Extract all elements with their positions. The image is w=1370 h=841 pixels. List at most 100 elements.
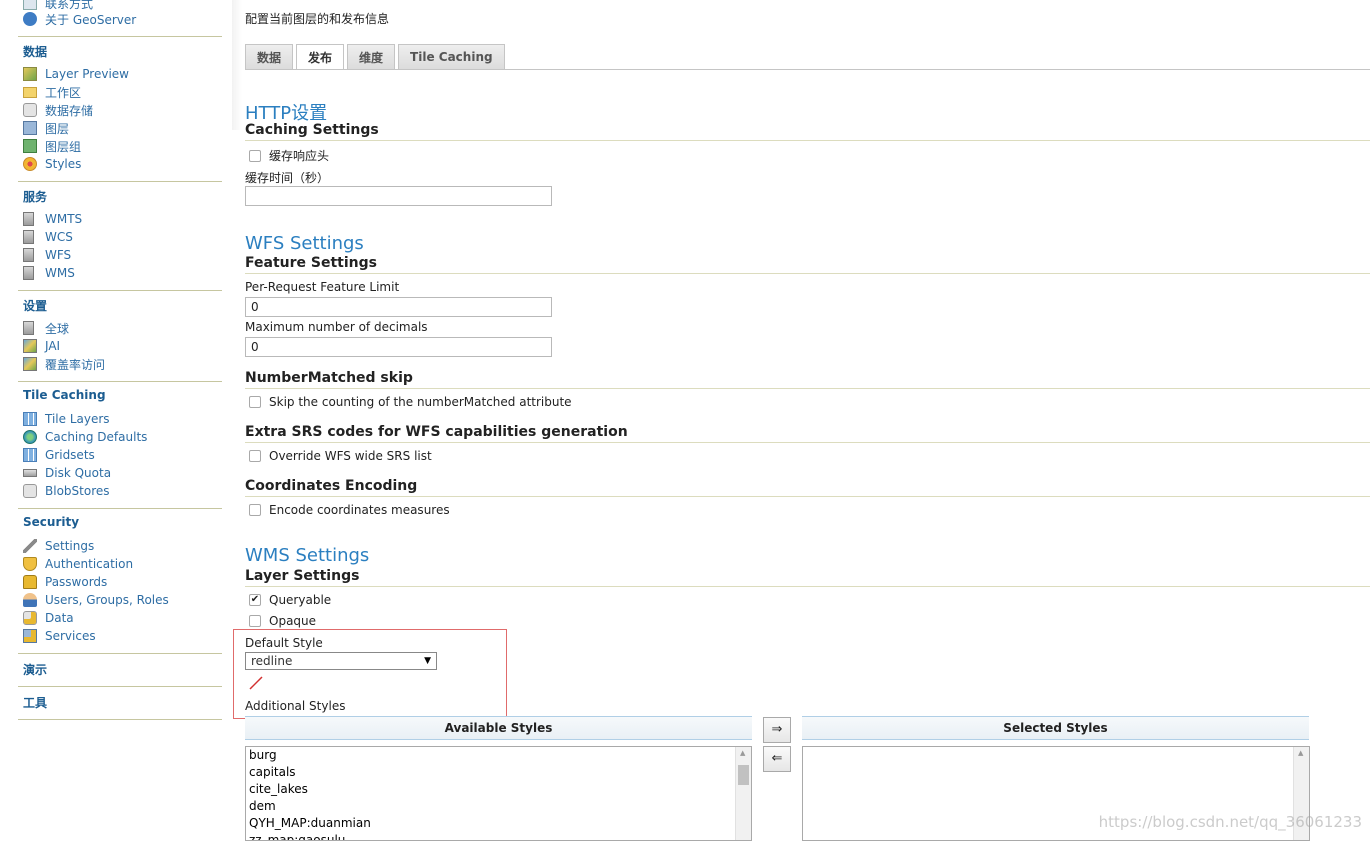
encode-measures-checkbox[interactable]	[249, 504, 261, 516]
skip-numbermatched-checkbox[interactable]	[249, 396, 261, 408]
sidebar-item-services-security[interactable]: Services	[23, 627, 96, 645]
sidebar-item-gridsets[interactable]: Gridsets	[23, 446, 95, 464]
sidebar-item-passwords[interactable]: Passwords	[23, 573, 107, 591]
shield-icon	[23, 557, 37, 571]
scrollbar[interactable]: ▲	[735, 747, 751, 840]
database-icon	[23, 103, 37, 117]
remove-style-button[interactable]: ⇐	[763, 746, 791, 772]
tab-dimensions[interactable]: 维度	[347, 44, 396, 69]
divider	[245, 586, 1370, 587]
list-item[interactable]: dem	[246, 798, 751, 815]
additional-styles-label: Additional Styles	[245, 699, 346, 713]
override-srs-label: Override WFS wide SRS list	[269, 449, 432, 463]
encode-measures-label: Encode coordinates measures	[269, 503, 450, 517]
sidebar-item-blobstores[interactable]: BlobStores	[23, 482, 110, 500]
server-icon	[23, 212, 34, 226]
server-icon	[23, 248, 34, 262]
queryable-checkbox[interactable]: ✔	[249, 594, 261, 606]
sidebar-item-label: 工作区	[45, 85, 82, 100]
sidebar-item-disk-quota[interactable]: Disk Quota	[23, 464, 111, 482]
default-style-select[interactable]: redline ▼	[245, 652, 437, 670]
list-item[interactable]: QYH_MAP:duanmian	[246, 815, 751, 832]
dropdown-arrow-icon: ▼	[424, 656, 431, 666]
sidebar-item-coverage-access[interactable]: 覆盖率访问	[23, 355, 105, 373]
database-icon	[23, 484, 37, 498]
list-item[interactable]: burg	[246, 747, 751, 764]
sidebar-item-workspaces[interactable]: 工作区	[23, 83, 81, 101]
queryable-row[interactable]: ✔ Queryable	[249, 593, 331, 607]
sidebar-heading-demos[interactable]: 演示	[23, 661, 47, 678]
scroll-up-icon[interactable]: ▲	[1298, 749, 1303, 757]
about-icon	[23, 12, 37, 26]
max-decimals-input[interactable]: 0	[245, 337, 552, 357]
tab-data[interactable]: 数据	[245, 44, 294, 69]
divider	[18, 686, 222, 687]
encode-measures-row[interactable]: Encode coordinates measures	[249, 503, 450, 517]
sidebar-item-layers[interactable]: 图层	[23, 119, 69, 137]
divider	[18, 290, 222, 291]
scroll-thumb[interactable]	[738, 765, 749, 785]
divider	[245, 388, 1370, 389]
list-item[interactable]: zz_map:gaosulu	[246, 832, 751, 840]
sidebar-item-data-security[interactable]: Data	[23, 609, 74, 627]
feature-limit-input[interactable]: 0	[245, 297, 552, 317]
sidebar-item-global[interactable]: 全球	[23, 319, 69, 337]
main-content: 配置当前图层的和发布信息 数据 发布 维度 Tile Caching HTTP设…	[233, 0, 1370, 841]
sidebar-item-jai[interactable]: JAI	[23, 337, 60, 355]
add-style-button[interactable]: ⇒	[763, 717, 791, 743]
tab-publishing[interactable]: 发布	[296, 44, 345, 70]
available-styles-list[interactable]: burg capitals cite_lakes dem QYH_MAP:dua…	[245, 746, 752, 841]
sidebar-item-wmts[interactable]: WMTS	[23, 210, 82, 228]
skip-numbermatched-label: Skip the counting of the numberMatched a…	[269, 395, 572, 409]
sidebar-item-label: 覆盖率访问	[45, 357, 106, 372]
sidebar-item-wfs[interactable]: WFS	[23, 246, 71, 264]
services-lock-icon	[23, 629, 37, 643]
numbermatched-title: NumberMatched skip	[245, 370, 413, 386]
sidebar-item-wcs[interactable]: WCS	[23, 228, 73, 246]
cache-time-input[interactable]	[245, 186, 552, 206]
sidebar-item-caching-defaults[interactable]: Caching Defaults	[23, 428, 147, 446]
sidebar-item-layer-preview[interactable]: Layer Preview	[23, 65, 129, 83]
sidebar: 联系方式 关于 GeoServer 数据 Layer Preview 工作区 数…	[0, 0, 242, 841]
opaque-row[interactable]: Opaque	[249, 614, 316, 628]
sidebar-heading-data: 数据	[23, 45, 48, 59]
sidebar-item-security-settings[interactable]: Settings	[23, 537, 94, 555]
sidebar-item-tile-layers[interactable]: Tile Layers	[23, 410, 110, 428]
scroll-up-icon[interactable]: ▲	[740, 749, 745, 757]
sidebar-heading-services: 服务	[23, 190, 48, 204]
opaque-checkbox[interactable]	[249, 615, 261, 627]
sidebar-item-layer-groups[interactable]: 图层组	[23, 137, 81, 155]
sidebar-heading-tile-caching: Tile Caching	[23, 388, 106, 402]
default-style-label: Default Style	[245, 636, 323, 650]
sidebar-heading-tools[interactable]: 工具	[23, 694, 47, 711]
sidebar-item-wms[interactable]: WMS	[23, 264, 75, 282]
sidebar-item-stores[interactable]: 数据存储	[23, 101, 93, 119]
tab-tile-caching[interactable]: Tile Caching	[398, 44, 505, 69]
skip-numbermatched-row[interactable]: Skip the counting of the numberMatched a…	[249, 395, 572, 409]
wfs-settings-title: WFS Settings	[245, 233, 364, 254]
sidebar-item-label: Data	[45, 611, 74, 625]
data-lock-icon	[23, 611, 37, 625]
divider	[245, 140, 1370, 141]
sidebar-item-label: WMS	[45, 266, 75, 280]
tab-bar: 数据 发布 维度 Tile Caching	[245, 44, 508, 70]
sidebar-item-label: Gridsets	[45, 448, 95, 462]
coordinates-encoding-title: Coordinates Encoding	[245, 478, 418, 494]
extra-srs-title: Extra SRS codes for WFS capabilities gen…	[245, 424, 628, 440]
sidebar-item-label: 图层组	[45, 139, 82, 154]
cache-headers-checkbox[interactable]	[249, 149, 261, 162]
available-styles-header: Available Styles	[245, 716, 752, 740]
divider	[18, 719, 222, 720]
divider	[18, 508, 222, 509]
divider	[18, 181, 222, 182]
override-srs-row[interactable]: Override WFS wide SRS list	[249, 449, 432, 463]
sidebar-item-users-groups-roles[interactable]: Users, Groups, Roles	[23, 591, 169, 609]
list-item[interactable]: cite_lakes	[246, 781, 751, 798]
sidebar-item-about[interactable]: 关于 GeoServer	[23, 10, 136, 28]
list-item[interactable]: capitals	[246, 764, 751, 781]
override-srs-checkbox[interactable]	[249, 450, 261, 462]
cache-headers-row[interactable]: 缓存响应头	[249, 147, 329, 164]
sidebar-item-styles[interactable]: Styles	[23, 155, 81, 173]
sidebar-item-authentication[interactable]: Authentication	[23, 555, 133, 573]
sidebar-item-label: WCS	[45, 230, 73, 244]
